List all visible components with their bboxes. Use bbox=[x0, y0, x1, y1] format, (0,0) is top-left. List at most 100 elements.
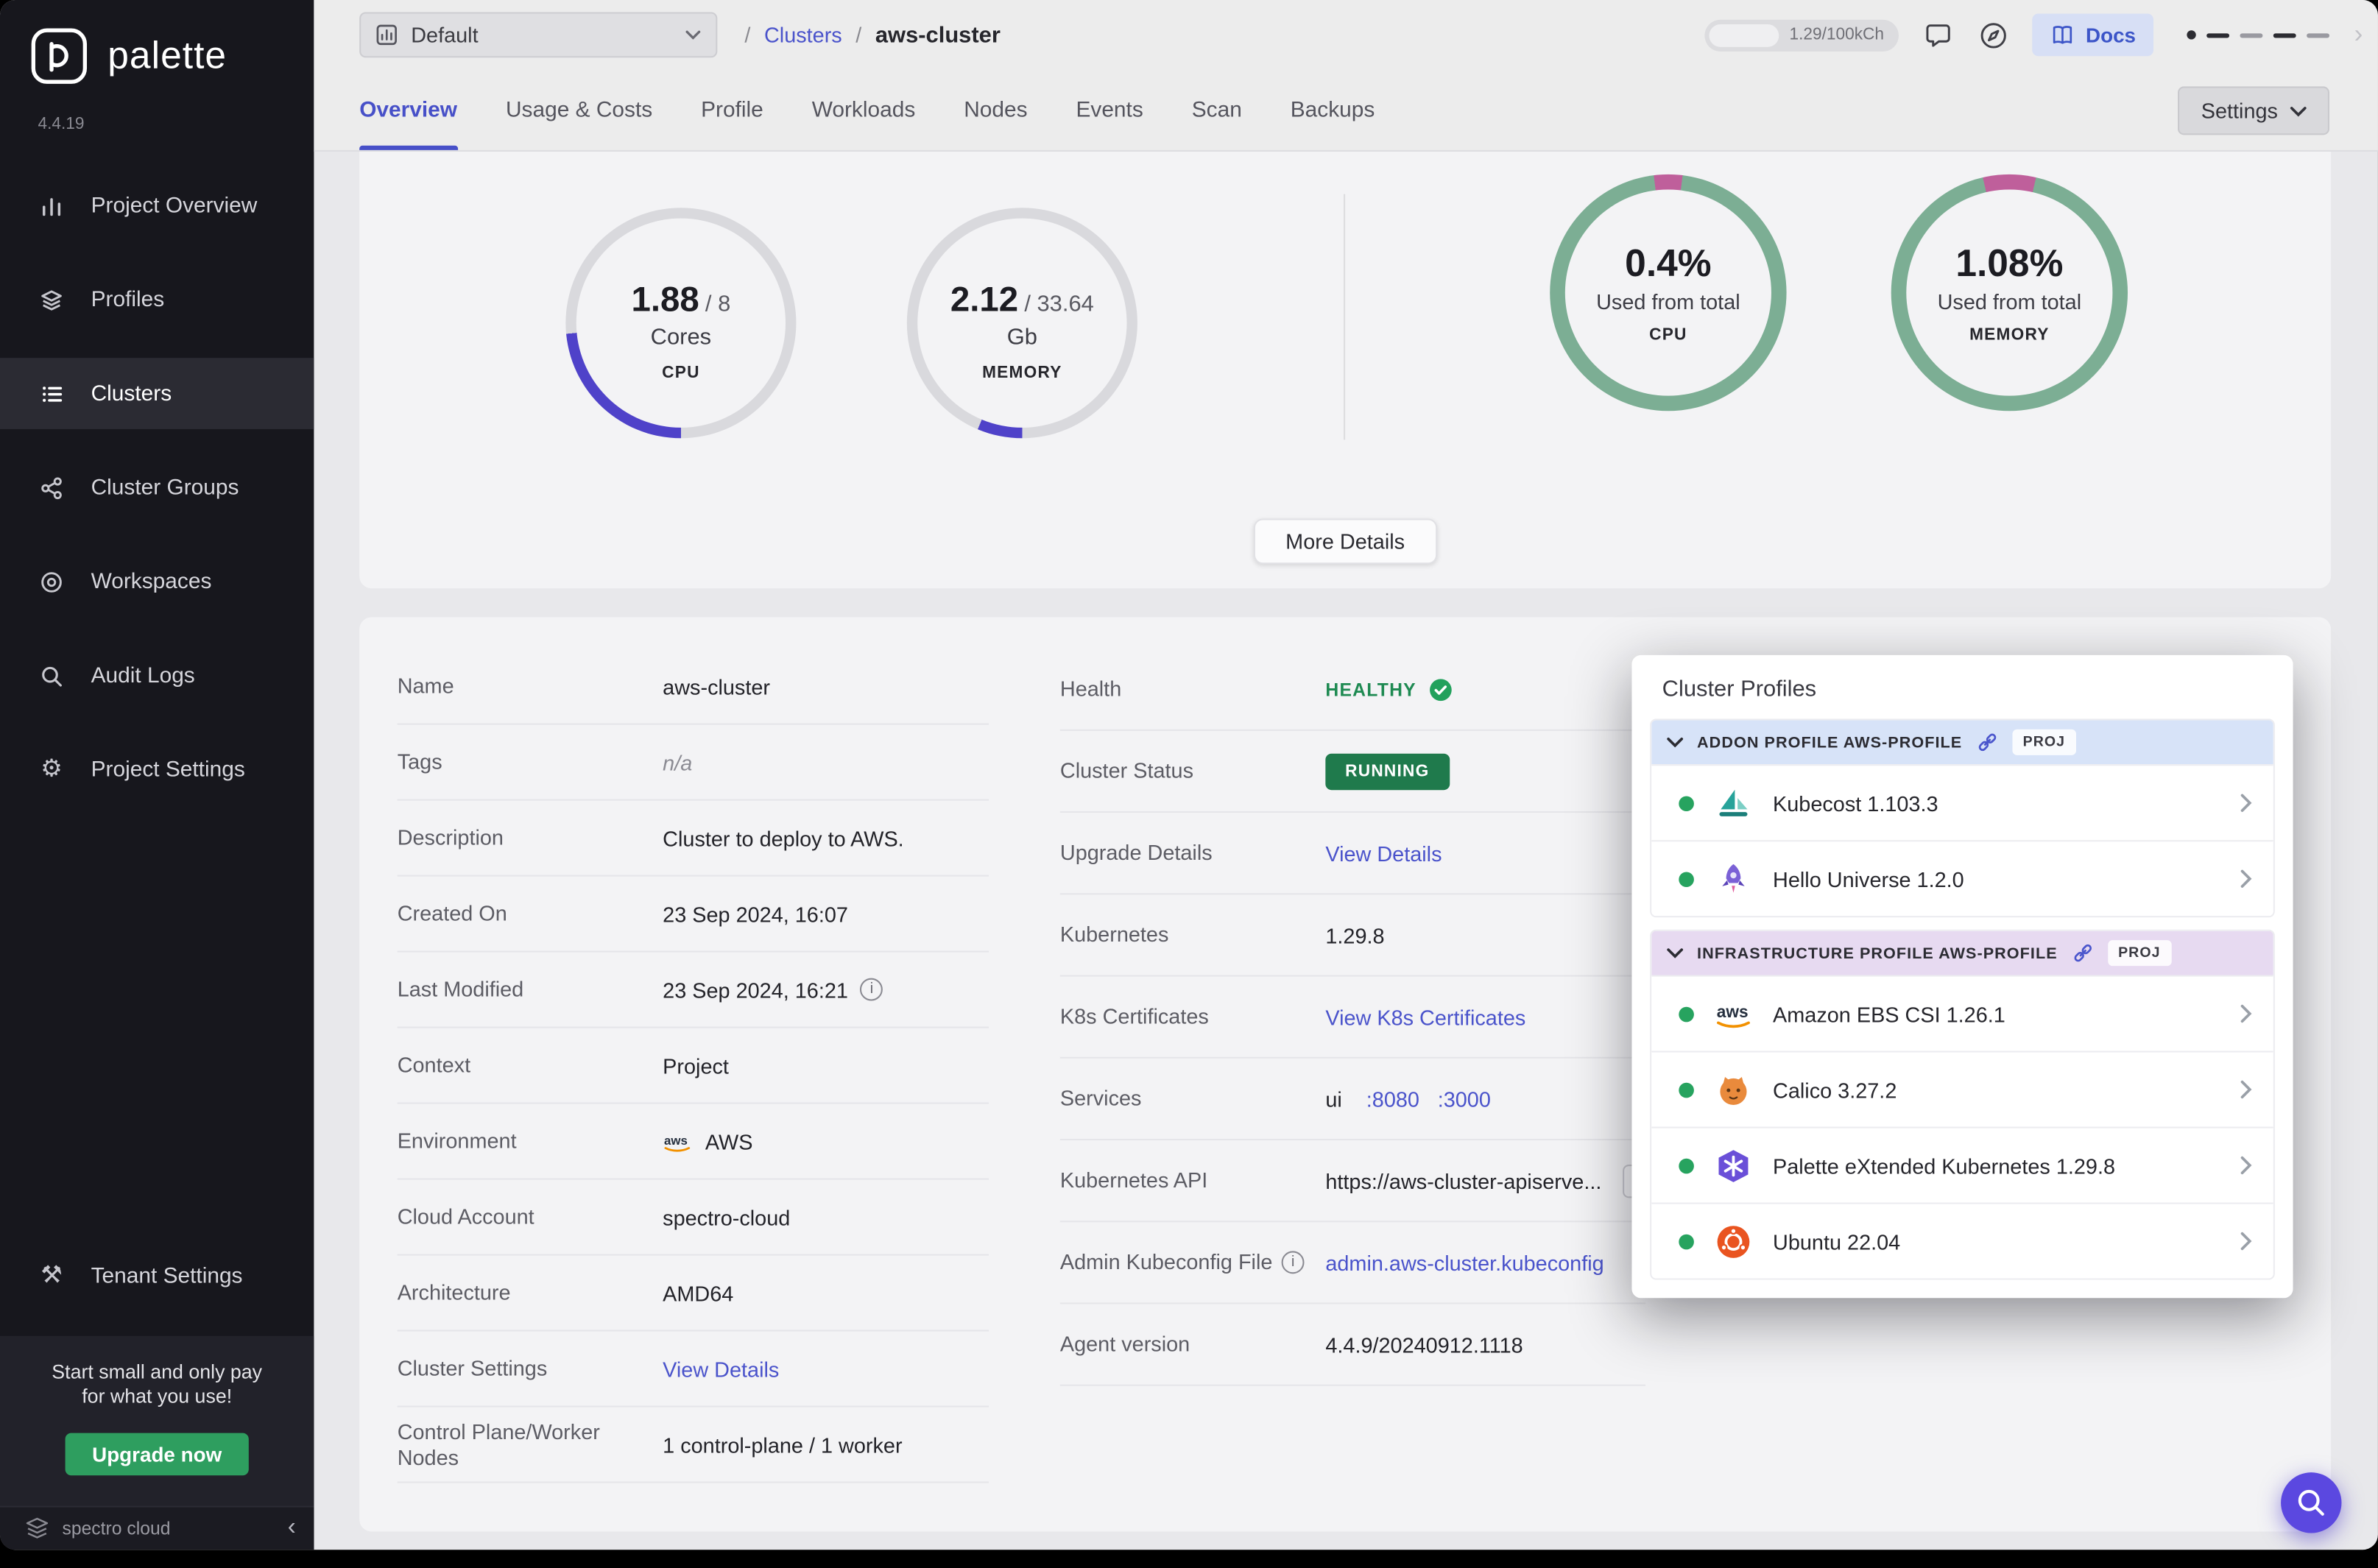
kubecost-icon bbox=[1714, 783, 1754, 823]
settings-button[interactable]: Settings bbox=[2178, 86, 2329, 135]
cpu-gauge-unit: Cores bbox=[651, 325, 711, 350]
upgrade-now-button[interactable]: Upgrade now bbox=[65, 1433, 249, 1476]
chevron-right-icon bbox=[2240, 793, 2251, 813]
info-icon[interactable]: i bbox=[1282, 1251, 1305, 1274]
tab-overview[interactable]: Overview bbox=[359, 70, 457, 150]
tab-profile[interactable]: Profile bbox=[701, 70, 763, 150]
details-right-column: Health HEALTHY Cluster Status RUNNING Up… bbox=[1060, 649, 1645, 1532]
chat-icon[interactable] bbox=[1924, 20, 1954, 50]
search-fab[interactable] bbox=[2281, 1472, 2341, 1533]
project-selector[interactable]: Default bbox=[359, 12, 717, 57]
detail-row-architecture: Architecture AMD64 bbox=[398, 1256, 989, 1332]
sidebar-item-project-settings[interactable]: ⚙ Project Settings bbox=[0, 734, 314, 805]
pack-row-ubuntu[interactable]: Ubuntu 22.04 bbox=[1651, 1203, 2273, 1279]
detail-row-tags: Tags n/a bbox=[398, 725, 989, 801]
spectro-cloud-logo-icon bbox=[24, 1516, 50, 1541]
detail-row-name: Name aws-cluster bbox=[398, 649, 989, 725]
pack-row-hello-universe[interactable]: Hello Universe 1.2.0 bbox=[1651, 840, 2273, 916]
sidebar-footer: spectro cloud ‹ bbox=[0, 1505, 314, 1550]
cpu-donut-label: CPU bbox=[1649, 325, 1687, 344]
calico-icon bbox=[1714, 1070, 1754, 1109]
tab-bar: Overview Usage & Costs Profile Workloads… bbox=[314, 70, 2378, 152]
chevron-right-icon bbox=[2240, 1004, 2251, 1024]
cluster-groups-icon bbox=[38, 474, 65, 501]
docs-button-label: Docs bbox=[2086, 24, 2136, 46]
detail-row-created-on: Created On 23 Sep 2024, 16:07 bbox=[398, 877, 989, 953]
promo-text: Start small and only pay for what you us… bbox=[43, 1360, 271, 1409]
app-window: palette 4.4.19 Project Overview Profiles… bbox=[0, 0, 2378, 1550]
chevron-right-icon[interactable]: › bbox=[2354, 20, 2363, 50]
svg-text:aws: aws bbox=[664, 1133, 688, 1147]
sidebar-item-project-overview[interactable]: Project Overview bbox=[0, 170, 314, 241]
sidebar-item-label: Tenant Settings bbox=[91, 1265, 243, 1289]
addon-profile-section: ADDON PROFILE AWS-PROFILE PROJ Kubecost … bbox=[1650, 718, 2275, 917]
kubeconfig-download-link[interactable]: admin.aws-cluster.kubeconfig bbox=[1325, 1250, 1603, 1274]
aws-icon: aws bbox=[663, 1131, 693, 1152]
detail-row-last-modified: Last Modified 23 Sep 2024, 16:21 i bbox=[398, 953, 989, 1028]
pack-row-kubecost[interactable]: Kubecost 1.103.3 bbox=[1651, 764, 2273, 840]
breadcrumb-clusters-link[interactable]: Clusters bbox=[764, 23, 842, 47]
search-icon bbox=[2295, 1486, 2328, 1519]
collapse-sidebar-icon[interactable]: ‹ bbox=[288, 1515, 296, 1542]
sidebar-item-clusters[interactable]: Clusters bbox=[0, 358, 314, 429]
tab-usage-costs[interactable]: Usage & Costs bbox=[506, 70, 652, 150]
chevron-down-icon bbox=[1667, 737, 1684, 747]
chevron-right-icon bbox=[2240, 1156, 2251, 1176]
check-circle-icon bbox=[1428, 677, 1453, 702]
help-compass-icon[interactable] bbox=[1978, 20, 2008, 50]
tab-nodes[interactable]: Nodes bbox=[964, 70, 1027, 150]
credits-meter-bar bbox=[1709, 24, 1779, 46]
sidebar-item-profiles[interactable]: Profiles bbox=[0, 264, 314, 335]
cpu-gauge-total: / 8 bbox=[705, 292, 730, 317]
pack-row-amazon-ebs-csi[interactable]: aws Amazon EBS CSI 1.26.1 bbox=[1651, 975, 2273, 1051]
cpu-gauge-label: CPU bbox=[662, 364, 700, 382]
memory-usage-gauge: 2.12 / 33.64 Gb MEMORY bbox=[907, 208, 1137, 438]
detail-row-upgrade-details: Upgrade Details View Details bbox=[1060, 813, 1645, 894]
palette-k8s-icon bbox=[1714, 1145, 1754, 1185]
view-k8s-certificates-link[interactable]: View K8s Certificates bbox=[1325, 1005, 1525, 1029]
info-icon[interactable]: i bbox=[860, 978, 883, 1001]
detail-row-k8s-certificates: K8s Certificates View K8s Certificates bbox=[1060, 977, 1645, 1059]
upgrade-view-details-link[interactable]: View Details bbox=[1325, 841, 1442, 865]
sidebar-item-tenant-settings[interactable]: ⚒ Tenant Settings bbox=[0, 1241, 314, 1313]
cluster-profiles-panel: Cluster Profiles ADDON PROFILE AWS-PROFI… bbox=[1631, 655, 2293, 1298]
status-dot-green bbox=[1679, 871, 1694, 886]
audit-logs-icon bbox=[38, 662, 65, 689]
more-details-button[interactable]: More Details bbox=[1254, 518, 1436, 564]
tab-backups[interactable]: Backups bbox=[1291, 70, 1375, 150]
status-dot-green bbox=[1679, 795, 1694, 811]
breadcrumb-current: aws-cluster bbox=[875, 22, 1001, 48]
sidebar-item-label: Clusters bbox=[91, 381, 172, 406]
credits-meter: 1.29/100kCh bbox=[1704, 19, 1899, 51]
detail-row-context: Context Project bbox=[398, 1028, 989, 1104]
service-port-link[interactable]: :3000 bbox=[1438, 1087, 1491, 1111]
link-icon bbox=[2071, 942, 2094, 964]
footer-brand: spectro cloud bbox=[62, 1518, 275, 1539]
infrastructure-profile-section: INFRASTRUCTURE PROFILE AWS-PROFILE PROJ … bbox=[1650, 930, 2275, 1280]
cluster-settings-view-details-link[interactable]: View Details bbox=[663, 1357, 779, 1381]
service-port-link[interactable]: :8080 bbox=[1366, 1087, 1419, 1111]
infrastructure-profile-header[interactable]: INFRASTRUCTURE PROFILE AWS-PROFILE PROJ bbox=[1651, 931, 2273, 975]
tour-stepper bbox=[2187, 30, 2330, 39]
tab-workloads[interactable]: Workloads bbox=[812, 70, 916, 150]
pack-row-palette-extended-kubernetes[interactable]: Palette eXtended Kubernetes 1.29.8 bbox=[1651, 1127, 2273, 1203]
tab-scan[interactable]: Scan bbox=[1192, 70, 1242, 150]
stepper-dash bbox=[2307, 32, 2330, 37]
proj-scope-badge: PROJ bbox=[2012, 730, 2075, 755]
sidebar-item-cluster-groups[interactable]: Cluster Groups bbox=[0, 452, 314, 523]
sidebar: palette 4.4.19 Project Overview Profiles… bbox=[0, 0, 314, 1550]
addon-profile-header[interactable]: ADDON PROFILE AWS-PROFILE PROJ bbox=[1651, 720, 2273, 764]
detail-row-environment: Environment aws AWS bbox=[398, 1104, 989, 1180]
sidebar-item-audit-logs[interactable]: Audit Logs bbox=[0, 640, 314, 711]
docs-button[interactable]: Docs bbox=[2033, 14, 2154, 57]
palette-logo-icon bbox=[30, 27, 88, 85]
pack-row-calico[interactable]: Calico 3.27.2 bbox=[1651, 1051, 2273, 1127]
layers-icon bbox=[38, 286, 65, 313]
palette-logo: palette bbox=[0, 0, 314, 85]
memory-gauge-value: 2.12 bbox=[950, 279, 1018, 320]
sidebar-item-workspaces[interactable]: Workspaces bbox=[0, 546, 314, 618]
tab-events[interactable]: Events bbox=[1076, 70, 1143, 150]
stepper-dot bbox=[2187, 30, 2196, 39]
detail-row-cluster-settings: Cluster Settings View Details bbox=[398, 1332, 989, 1408]
upgrade-promo: Start small and only pay for what you us… bbox=[0, 1335, 314, 1506]
